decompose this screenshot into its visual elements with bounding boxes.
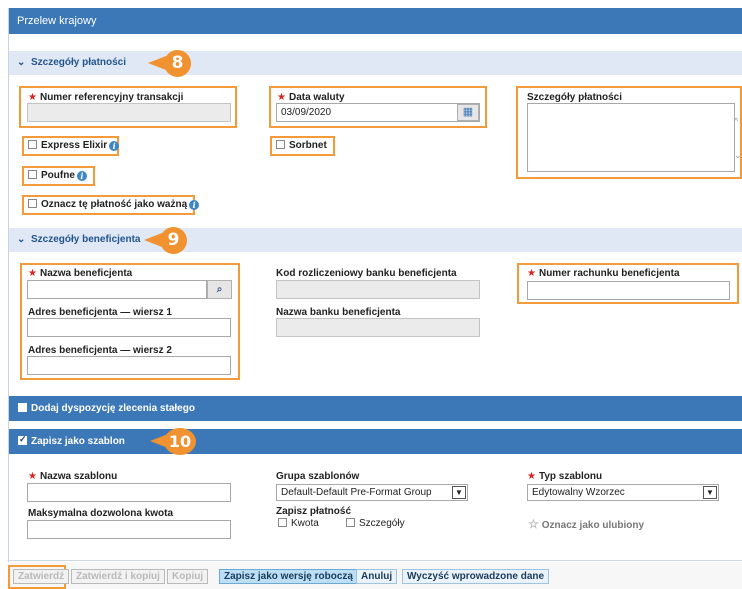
cancel-button[interactable]: Anuluj	[356, 569, 398, 584]
address2-input[interactable]	[27, 356, 231, 375]
bank-code-label: Kod rozliczeniowy banku beneficjenta	[276, 268, 457, 279]
transaction-ref-input[interactable]	[27, 103, 231, 122]
chevron-down-icon: ⌄	[17, 234, 26, 245]
express-elixir-checkbox[interactable]: Express Elixir i	[28, 140, 120, 151]
footer-divider	[8, 560, 742, 561]
template-group-label: Grupa szablonów	[276, 471, 360, 482]
save-payment-label: Zapisz płatność	[276, 506, 352, 517]
standing-order-label: Dodaj dyspozycję zlecenia stałego	[31, 403, 195, 414]
template-type-label: ★ Typ szablonu	[527, 471, 603, 482]
express-elixir-label: Express Elixir	[41, 140, 108, 151]
checkbox-box[interactable]	[28, 170, 37, 179]
address1-input[interactable]	[27, 318, 231, 337]
info-icon[interactable]: i	[189, 200, 200, 210]
save-template-checkbox[interactable]	[18, 434, 27, 445]
checkbox-box[interactable]	[276, 140, 285, 149]
standing-order-bar[interactable]: Dodaj dyspozycję zlecenia stałego	[9, 396, 742, 421]
confidential-label: Poufne	[41, 170, 75, 181]
confidential-checkbox[interactable]: Poufne i	[28, 170, 87, 181]
template-group-select[interactable]: Default-Default Pre-Format Group ▼	[276, 484, 468, 501]
template-name-input[interactable]	[27, 483, 231, 502]
save-template-label: Zapisz jako szablon	[31, 436, 125, 447]
address2-label: Adres beneficjenta — wiersz 2	[28, 345, 172, 356]
info-icon[interactable]: i	[109, 141, 120, 151]
mark-important-checkbox[interactable]: Oznacz tę płatność jako ważną i	[28, 199, 200, 210]
save-draft-button[interactable]: Zapisz jako wersję roboczą	[219, 569, 358, 584]
account-number-input[interactable]	[527, 281, 730, 300]
info-icon[interactable]: i	[76, 171, 87, 181]
favorite-toggle[interactable]: ☆ Oznacz jako ulubiony	[528, 517, 644, 531]
value-date-input[interactable]: 03/09/2020	[276, 103, 480, 122]
transaction-ref-label: ★ Numer referencyjny transakcji	[28, 92, 184, 103]
beneficiary-name-label: ★ Nazwa beneficjenta	[28, 268, 133, 279]
template-type-value: Edytowalny Wzorzec	[532, 487, 625, 498]
dropdown-arrow-icon[interactable]: ▼	[703, 486, 717, 499]
save-amount-label: Kwota	[291, 518, 319, 529]
beneficiary-section-title: Szczegóły beneficjenta	[31, 234, 141, 245]
binoculars-icon[interactable]: ⌕	[207, 280, 232, 299]
address1-label: Adres beneficjenta — wiersz 1	[28, 307, 172, 318]
payment-details-label: Szczegóły płatności	[527, 92, 623, 103]
checkbox-box[interactable]	[28, 140, 37, 149]
scroll-up-icon[interactable]: ^	[734, 116, 738, 126]
copy-button[interactable]: Kopiuj	[167, 569, 209, 584]
save-details-label: Szczegóły	[359, 518, 405, 529]
checkbox-box[interactable]	[278, 518, 287, 527]
template-type-select[interactable]: Edytowalny Wzorzec ▼	[527, 484, 719, 501]
approve-copy-button[interactable]: Zatwierdź i kopiuj	[71, 569, 165, 584]
star-icon[interactable]: ☆	[528, 517, 539, 531]
favorite-label: Oznacz jako ulubiony	[541, 520, 645, 531]
save-details-option[interactable]: Szczegóły	[346, 518, 405, 529]
approve-button[interactable]: Zatwierdź	[13, 569, 70, 584]
dropdown-arrow-icon[interactable]: ▼	[452, 486, 466, 499]
payment-details-section-header[interactable]: ⌄ Szczegóły płatności	[9, 51, 742, 75]
bank-code-input[interactable]	[276, 280, 480, 299]
page-title: Przelew krajowy	[9, 8, 742, 34]
beneficiary-name-input[interactable]	[27, 280, 207, 299]
sorbnet-checkbox[interactable]: Sorbnet	[276, 140, 327, 151]
checkbox-box[interactable]	[28, 199, 37, 208]
mark-important-label: Oznacz tę płatność jako ważną	[41, 199, 188, 210]
sorbnet-label: Sorbnet	[289, 140, 327, 151]
clear-button[interactable]: Wyczyść wprowadzone dane	[402, 569, 550, 584]
max-amount-input[interactable]	[27, 520, 231, 539]
bank-name-label: Nazwa banku beneficjenta	[276, 307, 401, 318]
template-name-label: ★ Nazwa szablonu	[28, 471, 118, 482]
bank-name-input[interactable]	[276, 318, 480, 337]
value-date-label: ★ Data waluty	[277, 92, 345, 103]
payment-details-section-title: Szczegóły płatności	[31, 57, 127, 68]
standing-order-checkbox[interactable]	[18, 403, 27, 412]
save-template-bar[interactable]: Zapisz jako szablon	[9, 429, 742, 454]
account-number-label: ★ Numer rachunku beneficjenta	[527, 268, 680, 279]
beneficiary-section-header[interactable]: ⌄ Szczegóły beneficjenta	[9, 228, 742, 252]
checkbox-box[interactable]	[346, 518, 355, 527]
max-amount-label: Maksymalna dozwolona kwota	[28, 508, 174, 519]
callout-badge-10: 10	[164, 428, 196, 455]
template-group-value: Default-Default Pre-Format Group	[281, 487, 432, 498]
callout-badge-8: 8	[164, 50, 191, 77]
save-amount-option[interactable]: Kwota	[278, 518, 319, 529]
chevron-down-icon: ⌄	[17, 57, 26, 68]
payment-details-textarea[interactable]	[527, 103, 735, 172]
calendar-icon[interactable]: ▦	[457, 104, 479, 121]
callout-badge-9: 9	[160, 227, 187, 254]
scroll-down-icon[interactable]: ⌄	[734, 150, 742, 161]
